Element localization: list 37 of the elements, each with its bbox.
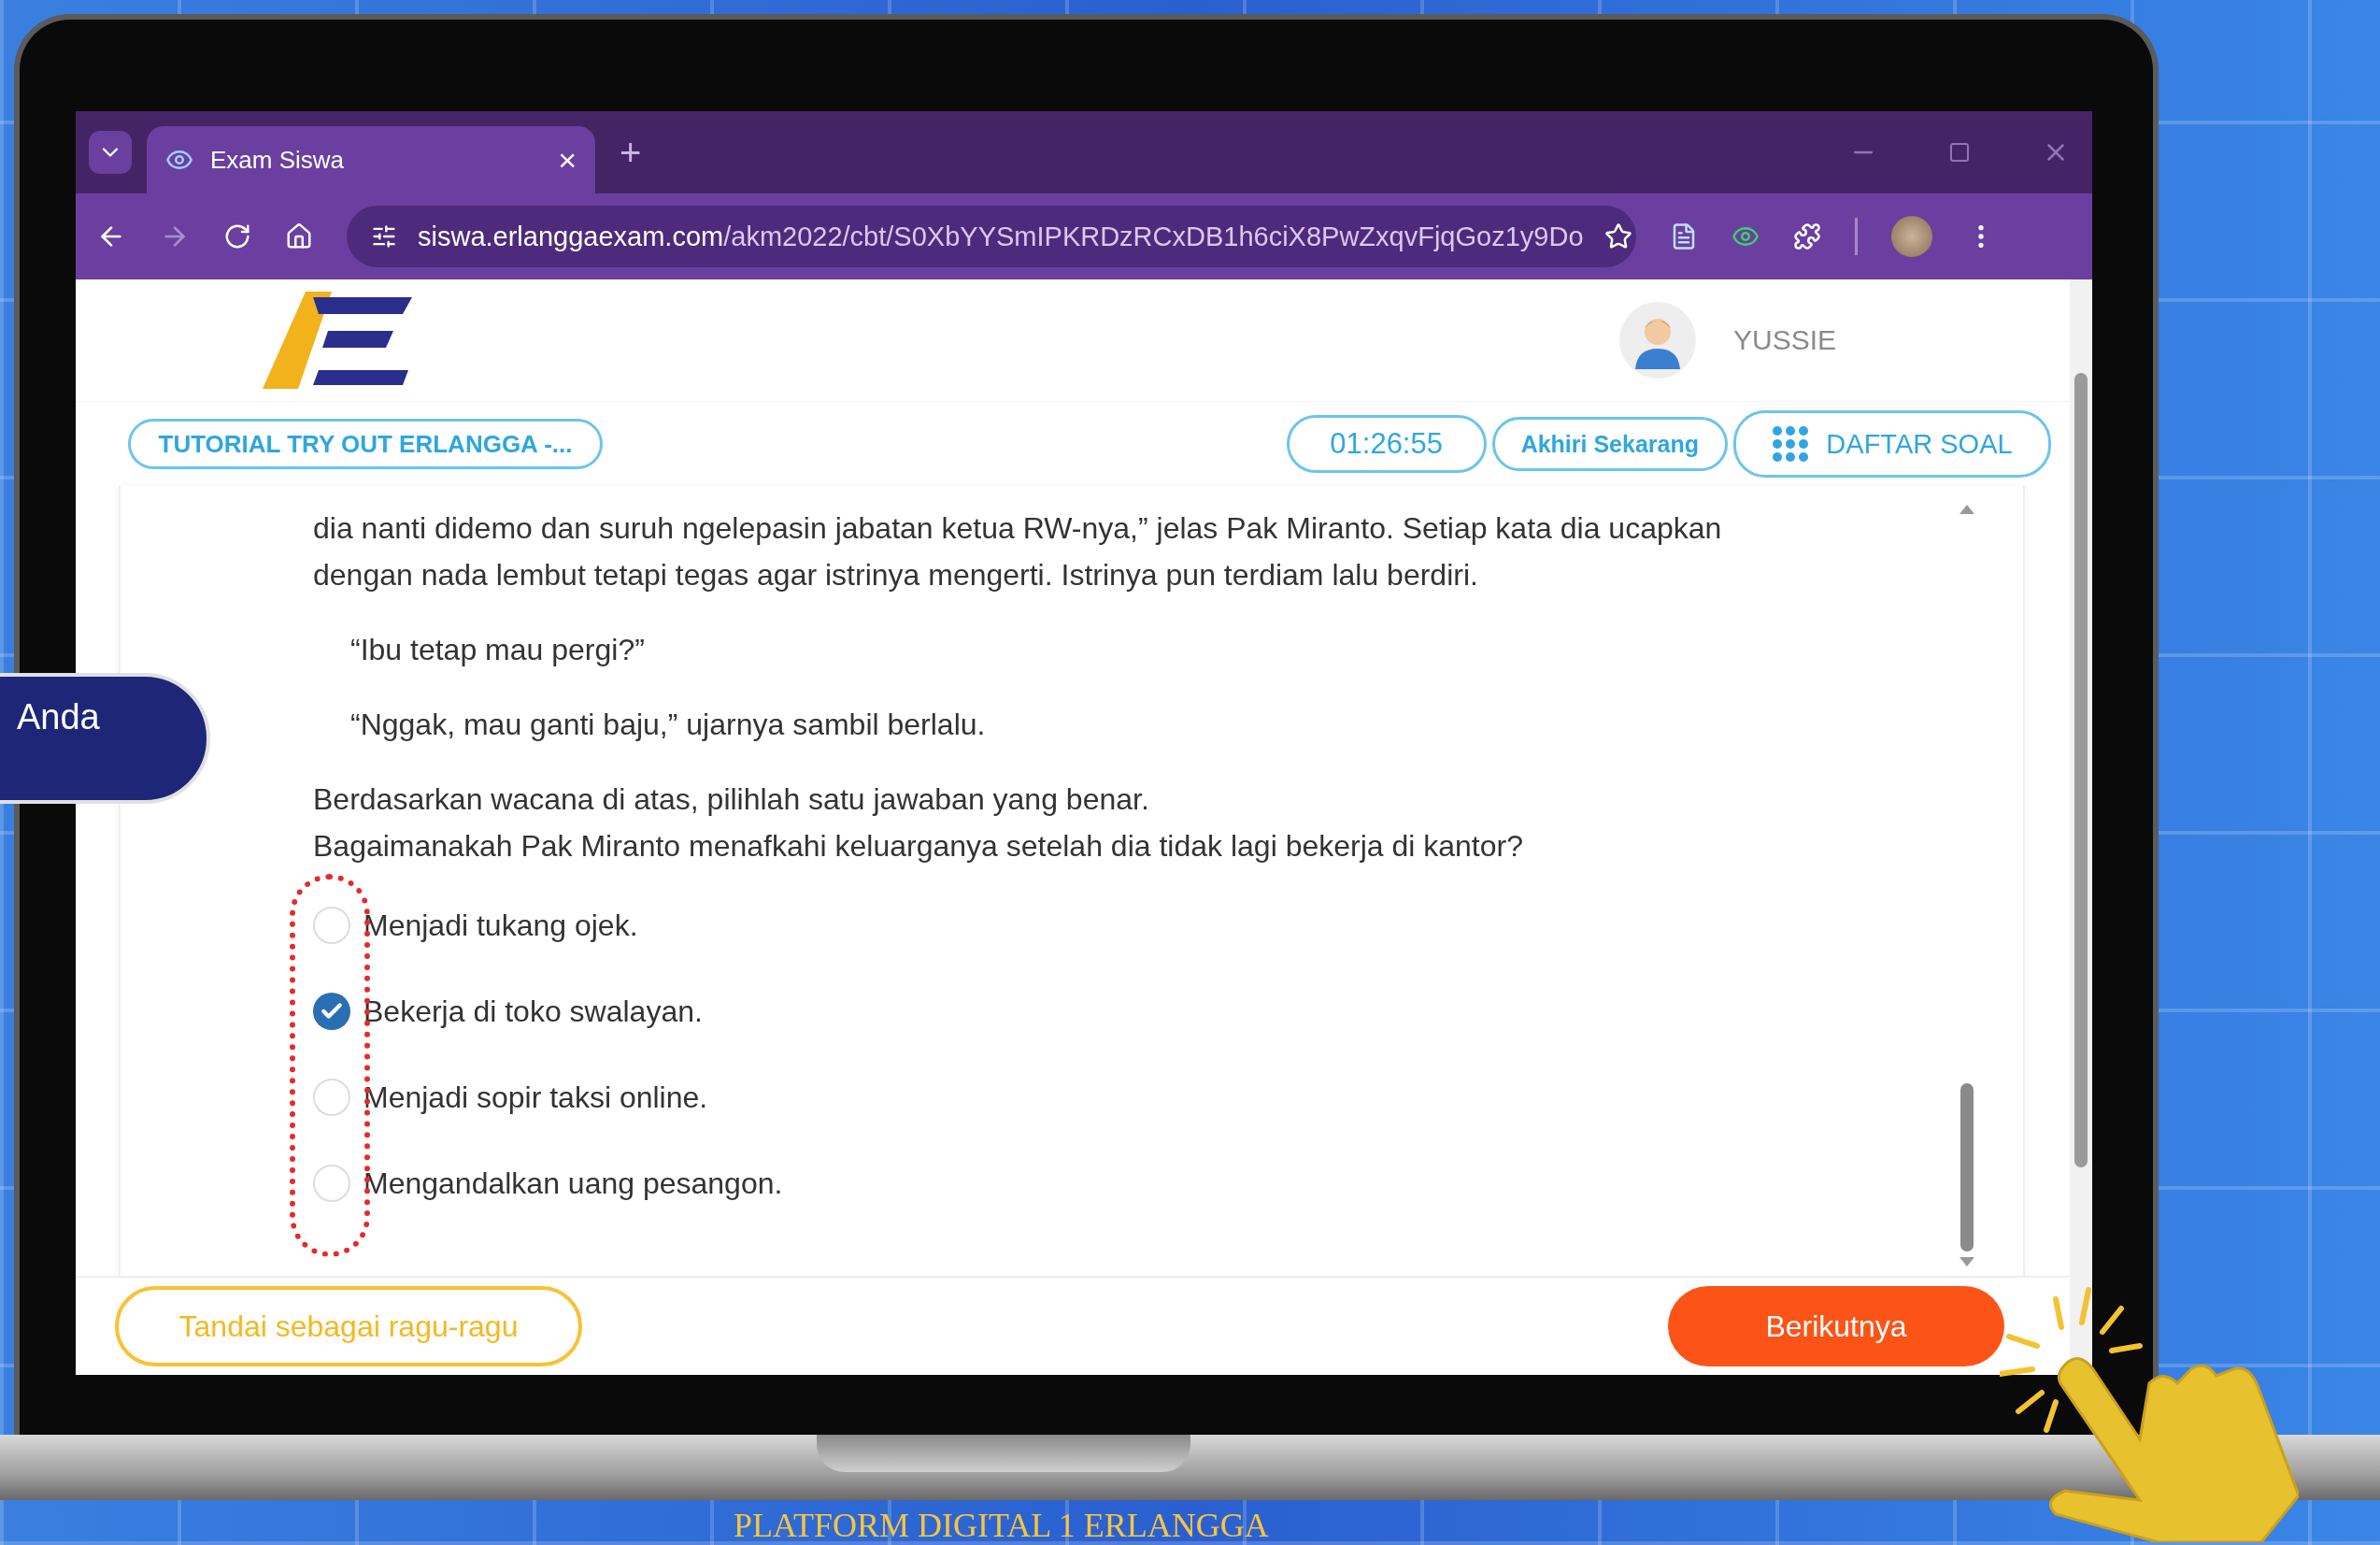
answer-radio[interactable] xyxy=(313,993,350,1030)
address-field[interactable]: siswa.erlanggaexam.com/akm2022/cbt/S0XbYYSmIPKRDzRCxDB1h6ciX8PwZxqvFjqGoz1y9Do xyxy=(347,206,1636,267)
reload-icon[interactable] xyxy=(223,222,251,250)
site-settings-icon[interactable] xyxy=(371,223,397,250)
answer-radio[interactable] xyxy=(313,907,350,944)
extensions-icon[interactable] xyxy=(1793,222,1821,250)
answer-option[interactable]: Menjadi tukang ojek. xyxy=(363,908,638,943)
instruction-text: Berdasarkan wacana di atas, pilihlah satu jawaban yang benar. xyxy=(313,781,1150,818)
home-icon[interactable] xyxy=(285,222,313,250)
tab-title: Exam Siswa xyxy=(210,145,346,175)
grid-icon xyxy=(1772,425,1810,463)
passage-paragraph: dia nanti didemo dan suruh ngelepasin jabatan ketua RW-nya,” jelas Pak Miranto. Setiap kata dia ucapkan dengan nada lembut tetapi tegas agar istrinya mengerti. Istrinya pun terdiam lalu berdiri. xyxy=(313,510,1723,594)
user-name: YUSSIE xyxy=(1732,324,1836,356)
maximize-icon[interactable] xyxy=(1948,141,1971,164)
scrollbar-thumb[interactable] xyxy=(1960,1083,1974,1252)
browser-tab[interactable]: Exam Siswa × xyxy=(147,126,595,193)
answer-radio[interactable] xyxy=(313,1165,350,1202)
answer-option[interactable]: Bekerja di toko swalayan. xyxy=(363,994,703,1029)
answer-option[interactable]: Menjadi sopir taksi online. xyxy=(363,1080,708,1115)
timer-label: 01:26:55 xyxy=(1286,415,1487,473)
scroll-up-icon[interactable] xyxy=(1960,505,1974,514)
banner-text: Anda xyxy=(17,697,100,737)
tab-close-button[interactable]: × xyxy=(558,141,577,179)
tab-list-button[interactable] xyxy=(89,131,132,174)
dialogue-line: “Ibu tetap mau pergi?” xyxy=(350,632,646,668)
question-text: Bagaimanakah Pak Miranto menafkahi keluarganya setelah dia tidak lagi bekerja di kantor? xyxy=(313,828,1524,865)
answer-option[interactable]: Mengandalkan uang pesangon. xyxy=(363,1166,783,1201)
answer-radio[interactable] xyxy=(313,1079,350,1116)
logo-icon xyxy=(263,292,412,389)
scroll-down-icon[interactable] xyxy=(1960,1257,1974,1266)
caption-text: PLATFORM DIGITAL 1 ERLANGGA xyxy=(734,1506,1270,1545)
exam-title-label: TUTORIAL TRY OUT ERLANGGA -... xyxy=(128,419,603,469)
page-scrollbar-thumb[interactable] xyxy=(2074,373,2088,1167)
profile-avatar[interactable] xyxy=(1891,216,1932,257)
new-tab-button[interactable]: + xyxy=(620,131,642,174)
dialogue-line: “Nggak, mau ganti baju,” ujarnya sambil berlalu. xyxy=(350,707,987,743)
bookmark-star-icon[interactable] xyxy=(1603,222,1632,250)
